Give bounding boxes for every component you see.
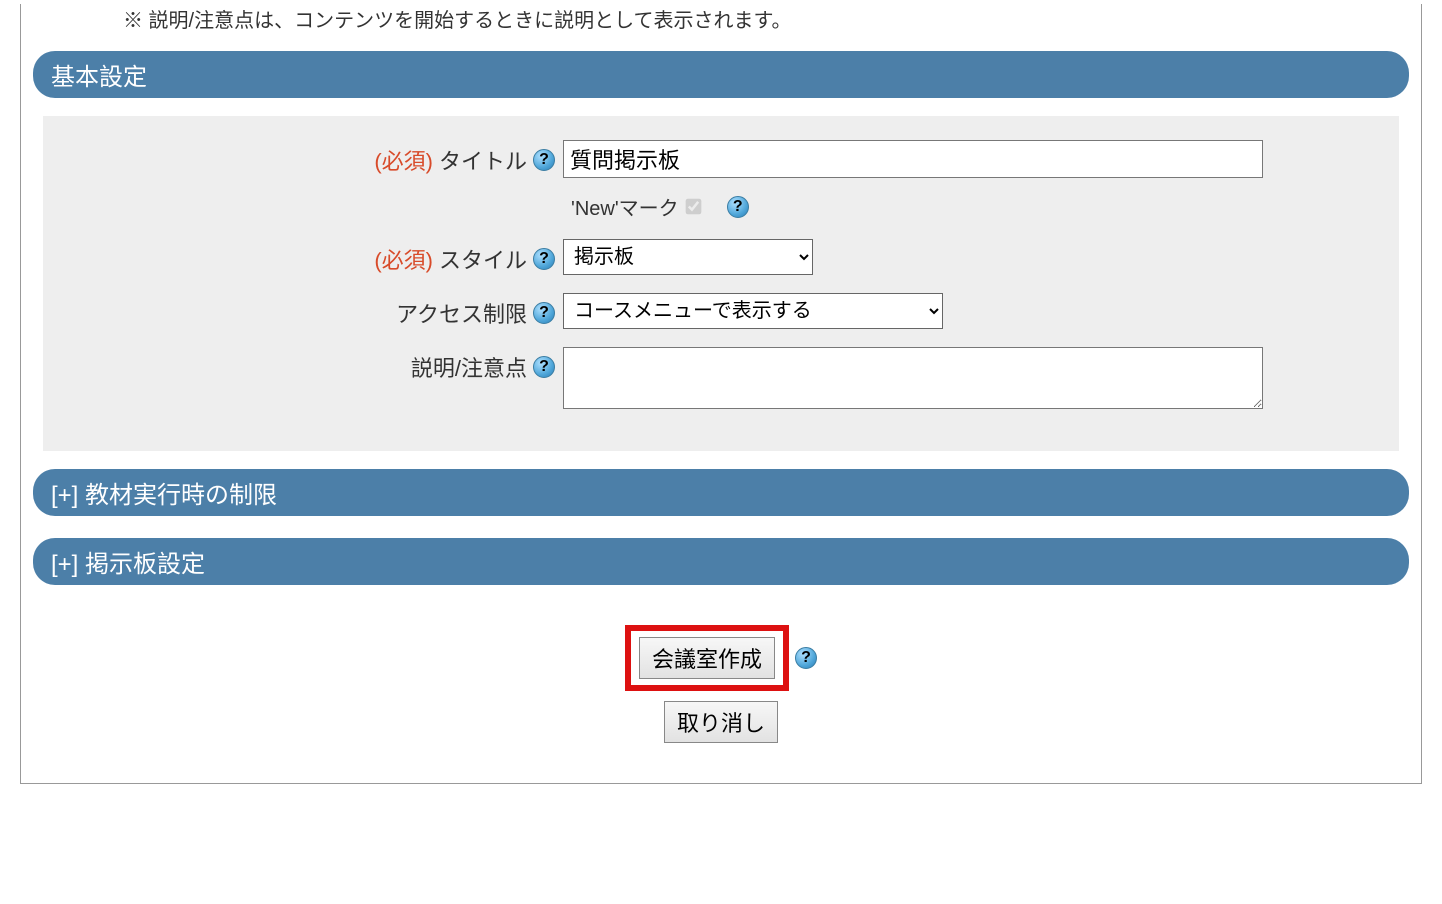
description-textarea[interactable] [563,347,1263,409]
access-label: アクセス制限 [396,297,527,329]
required-marker: (必須) [374,144,433,176]
create-button-highlight: 会議室作成 [625,625,789,691]
access-select[interactable]: コースメニューで表示する [563,293,943,329]
note-line-2: ※ 説明/注意点は、コンテンツを開始するときに説明として表示されます。 [123,4,1409,33]
help-icon[interactable]: ? [795,647,817,669]
buttons-area: 会議室作成 ? 取り消し [33,625,1409,743]
style-select[interactable]: 掲示板 [563,239,813,275]
row-access: アクセス制限 ? コースメニューで表示する [63,293,1379,329]
create-button[interactable]: 会議室作成 [639,637,775,679]
title-input[interactable] [563,140,1263,178]
section-exec-limit[interactable]: [+] 教材実行時の制限 [33,469,1409,516]
help-icon[interactable]: ? [533,149,555,171]
section-bbs-settings[interactable]: [+] 掲示板設定 [33,538,1409,585]
required-marker: (必須) [374,243,433,275]
newmark-label: 'New'マーク [571,192,679,221]
style-label: スタイル [439,243,527,275]
title-label: タイトル [439,144,527,176]
section-basic-settings: 基本設定 [33,51,1409,98]
row-newmark: 'New'マーク ? [571,192,1379,221]
help-icon[interactable]: ? [727,196,749,218]
description-label: 説明/注意点 [411,351,527,383]
cancel-button[interactable]: 取り消し [664,701,778,743]
row-description: 説明/注意点 ? [63,347,1379,409]
help-icon[interactable]: ? [533,356,555,378]
help-icon[interactable]: ? [533,248,555,270]
row-style: (必須) スタイル ? 掲示板 [63,239,1379,275]
basic-settings-panel: (必須) タイトル ? 'New'マーク ? (必須) スタイル ? 掲示板 [43,116,1399,451]
newmark-checkbox [685,199,701,215]
form-container: ※ 説明/注意点は、コンテンツを開始するときに説明として表示されます。 基本設定… [20,4,1422,784]
row-title: (必須) タイトル ? [63,140,1379,178]
help-icon[interactable]: ? [533,302,555,324]
